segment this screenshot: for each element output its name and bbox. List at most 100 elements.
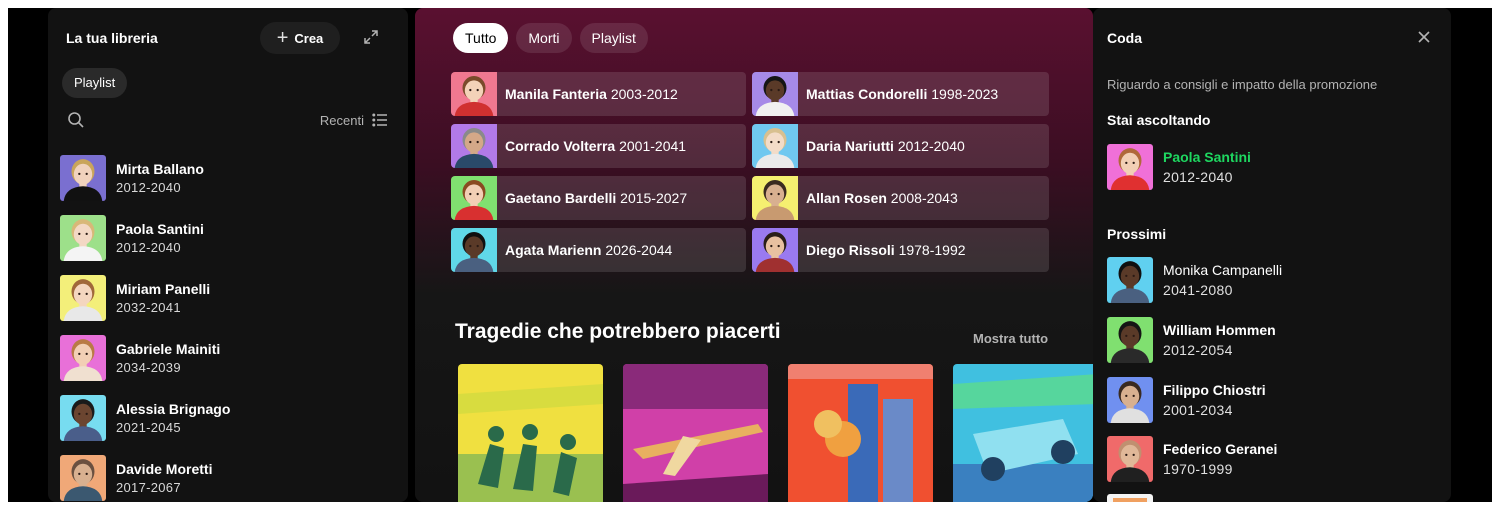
avatar: [752, 124, 798, 168]
section-title[interactable]: Tragedie che potrebbero piacerti: [455, 320, 781, 344]
shortcut-tile[interactable]: Diego Rissoli 1978-1992: [752, 228, 1049, 272]
shortcut-name: Corrado Volterra: [505, 138, 616, 154]
queue-item-name: William Hommen: [1163, 322, 1276, 338]
shortcut-label: Diego Rissoli 1978-1992: [798, 242, 966, 258]
library-item-text: Miriam Panelli 2032-2041: [116, 281, 210, 315]
avatar: [1107, 257, 1153, 303]
library-item-name: Gabriele Mainiti: [116, 341, 221, 357]
avatar: [1107, 377, 1153, 423]
avatar: [1107, 436, 1153, 482]
queue-item-text: Federico Geranei 1970-1999: [1163, 441, 1277, 477]
avatar: [60, 155, 106, 201]
queue-panel: Coda Riguardo a consigli e impatto della…: [1093, 8, 1451, 502]
shortcut-years: 2026-2044: [605, 242, 673, 258]
create-button[interactable]: + Crea: [260, 22, 340, 54]
filter-chip-playlist[interactable]: Playlist: [579, 23, 648, 53]
avatar: [60, 335, 106, 381]
queue-item[interactable]: Monika Campanelli 2041-2080: [1107, 257, 1282, 303]
filter-chip-playlist[interactable]: Playlist: [62, 68, 128, 98]
shortcut-name: Gaetano Bardelli: [505, 190, 617, 206]
library-tools: Recenti: [66, 110, 388, 134]
avatar: [451, 228, 497, 272]
sort-button[interactable]: Recenti: [320, 112, 388, 128]
library-item[interactable]: Mirta Ballano 2012-2040: [60, 148, 398, 208]
show-all-link[interactable]: Mostra tutto: [973, 331, 1048, 346]
shortcut-label: Daria Nariutti 2012-2040: [798, 138, 965, 154]
library-filter-row: Playlist: [62, 68, 128, 98]
shortcut-years: 1998-2023: [931, 86, 999, 102]
shortcut-tile[interactable]: Corrado Volterra 2001-2041: [451, 124, 746, 168]
queue-item-text: William Hommen 2012-2054: [1163, 322, 1276, 358]
avatar: [752, 72, 798, 116]
shortcut-years: 2003-2012: [610, 86, 678, 102]
library-item[interactable]: Miriam Panelli 2032-2041: [60, 268, 398, 328]
card-soldiers[interactable]: [458, 364, 603, 502]
sort-label: Recenti: [319, 112, 364, 128]
library-item-text: Gabriele Mainiti 2034-2039: [116, 341, 220, 375]
card-plane-crash[interactable]: [623, 364, 768, 502]
shortcut-name: Manila Fanteria: [505, 86, 607, 102]
shortcut-label: Corrado Volterra 2001-2041: [497, 138, 686, 154]
library-item[interactable]: Davide Moretti 2017-2067: [60, 448, 398, 502]
now-playing-years: 2012-2040: [1163, 169, 1233, 185]
queue-item-years: 2001-2034: [1163, 402, 1233, 418]
library-item-years: 2017-2067: [116, 480, 181, 495]
avatar: [1107, 144, 1153, 190]
shortcut-name: Agata Marienn: [505, 242, 602, 258]
search-icon[interactable]: [66, 110, 86, 130]
shortcut-grid: Manila Fanteria 2003-2012 Mattias Condor…: [451, 72, 1051, 272]
main-filters: Tutto Morti Playlist: [453, 23, 648, 53]
library-item-years: 2012-2040: [116, 180, 181, 195]
library-title[interactable]: La tua libreria: [66, 30, 158, 46]
queue-item-years: 1970-1999: [1163, 461, 1233, 477]
queue-item[interactable]: Federico Geranei 1970-1999: [1107, 436, 1277, 482]
queue-item[interactable]: William Hommen 2012-2054: [1107, 317, 1276, 363]
shortcut-label: Gaetano Bardelli 2015-2027: [497, 190, 687, 206]
shortcut-name: Daria Nariutti: [806, 138, 894, 154]
library-item[interactable]: Gabriele Mainiti 2034-2039: [60, 328, 398, 388]
library-item-name: Mirta Ballano: [116, 161, 204, 177]
shortcut-tile[interactable]: Daria Nariutti 2012-2040: [752, 124, 1049, 168]
filter-chip-tutto[interactable]: Tutto: [453, 23, 509, 53]
library-item-name: Paola Santini: [116, 221, 204, 237]
queue-item-years: 2041-2080: [1163, 282, 1233, 298]
shortcut-tile[interactable]: Allan Rosen 2008-2043: [752, 176, 1049, 220]
shortcut-years: 2015-2027: [620, 190, 688, 206]
avatar: [60, 275, 106, 321]
shortcut-years: 2008-2043: [890, 190, 958, 206]
shortcut-label: Allan Rosen 2008-2043: [798, 190, 958, 206]
queue-info-link[interactable]: Riguardo a consigli e impatto della prom…: [1107, 77, 1377, 92]
shortcut-tile[interactable]: Agata Marienn 2026-2044: [451, 228, 746, 272]
card-car-crash[interactable]: [953, 364, 1093, 502]
avatar: [451, 124, 497, 168]
shortcut-years: 2001-2041: [619, 138, 687, 154]
library-panel: La tua libreria + Crea Playlist Recenti: [48, 8, 408, 502]
plus-icon: +: [276, 27, 289, 49]
queue-item-text: Filippo Chiostri 2001-2034: [1163, 382, 1266, 418]
shortcut-tile[interactable]: Gaetano Bardelli 2015-2027: [451, 176, 746, 220]
library-item[interactable]: Alessia Brignago 2021-2045: [60, 388, 398, 448]
shortcut-label: Mattias Condorelli 1998-2023: [798, 86, 998, 102]
queue-item[interactable]: Filippo Chiostri 2001-2034: [1107, 377, 1266, 423]
close-icon[interactable]: [1417, 30, 1431, 44]
queue-item-partial[interactable]: [1107, 494, 1153, 502]
avatar: [752, 228, 798, 272]
expand-icon[interactable]: [362, 28, 380, 46]
shortcut-tile[interactable]: Manila Fanteria 2003-2012: [451, 72, 746, 116]
create-label: Crea: [294, 30, 324, 46]
card-row: [458, 364, 1093, 502]
library-header: La tua libreria + Crea: [66, 22, 394, 54]
now-playing-item[interactable]: Paola Santini 2012-2040: [1107, 144, 1251, 190]
avatar: [752, 176, 798, 220]
app-window: La tua libreria + Crea Playlist Recenti: [8, 8, 1492, 502]
shortcut-tile[interactable]: Mattias Condorelli 1998-2023: [752, 72, 1049, 116]
library-item-text: Mirta Ballano 2012-2040: [116, 161, 204, 195]
card-twin-towers[interactable]: [788, 364, 933, 502]
shortcut-years: 2012-2040: [897, 138, 965, 154]
filter-chip-morti[interactable]: Morti: [516, 23, 572, 53]
main-content: Tutto Morti Playlist Manila Fanteria 2003-…: [415, 8, 1093, 502]
library-item[interactable]: Paola Santini 2012-2040: [60, 208, 398, 268]
avatar: [60, 215, 106, 261]
avatar: [451, 176, 497, 220]
library-item-text: Alessia Brignago 2021-2045: [116, 401, 230, 435]
